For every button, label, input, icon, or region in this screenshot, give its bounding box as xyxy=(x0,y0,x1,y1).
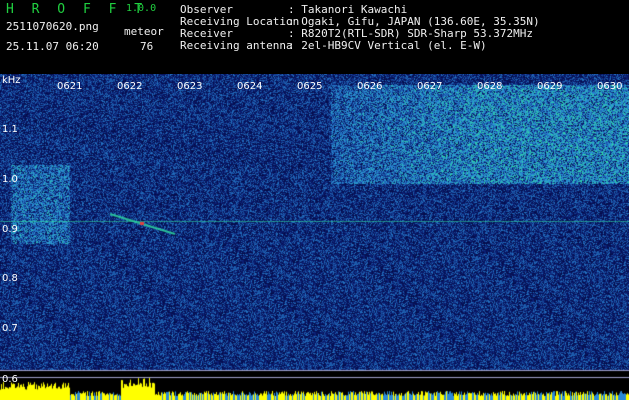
time-tick: 0621 xyxy=(57,81,83,92)
frequency-tick: 0.8 xyxy=(2,273,18,284)
capture-datetime: 25.11.07 06:20 xyxy=(6,40,99,53)
header-panel: H R O F F T 1.0.0 2511070620.png meteor … xyxy=(0,0,629,74)
frequency-tick: 0.9 xyxy=(2,224,18,235)
spectrogram-canvas xyxy=(0,74,629,400)
frequency-tick: 0.7 xyxy=(2,323,18,334)
time-tick: 0627 xyxy=(417,81,443,92)
frequency-tick: 1.1 xyxy=(2,124,18,135)
receiver-label: Receiver xyxy=(180,27,233,40)
location-value: : Ogaki, Gifu, JAPAN (136.60E, 35.35N) xyxy=(288,15,540,28)
time-tick: 0629 xyxy=(537,81,563,92)
app-version: 1.0.0 xyxy=(126,3,157,14)
frequency-unit-label: kHz xyxy=(2,75,21,86)
frequency-tick: 1.0 xyxy=(2,174,18,185)
location-label: Receiving Location xyxy=(180,15,300,28)
frequency-tick: 0.6 xyxy=(2,374,18,385)
observer-value: : Takanori Kawachi xyxy=(288,3,408,16)
time-tick: 0630 xyxy=(597,81,623,92)
file-name: 2511070620.png xyxy=(6,20,99,33)
time-tick: 0626 xyxy=(357,81,383,92)
meteor-label: meteor xyxy=(124,25,164,38)
meteor-count: 76 xyxy=(140,40,154,53)
time-tick: 0623 xyxy=(177,81,203,92)
antenna-label: Receiving antenna xyxy=(180,39,293,52)
time-tick: 0624 xyxy=(237,81,263,92)
time-tick: 0625 xyxy=(297,81,323,92)
time-tick: 0628 xyxy=(477,81,503,92)
receiver-value: : R820T2(RTL-SDR) SDR-Sharp 53.372MHz xyxy=(288,27,534,40)
antenna-value: : 2el-HB9CV Vertical (el. E-W) xyxy=(288,39,487,52)
observer-label: Observer xyxy=(180,3,233,16)
time-tick: 0622 xyxy=(117,81,143,92)
